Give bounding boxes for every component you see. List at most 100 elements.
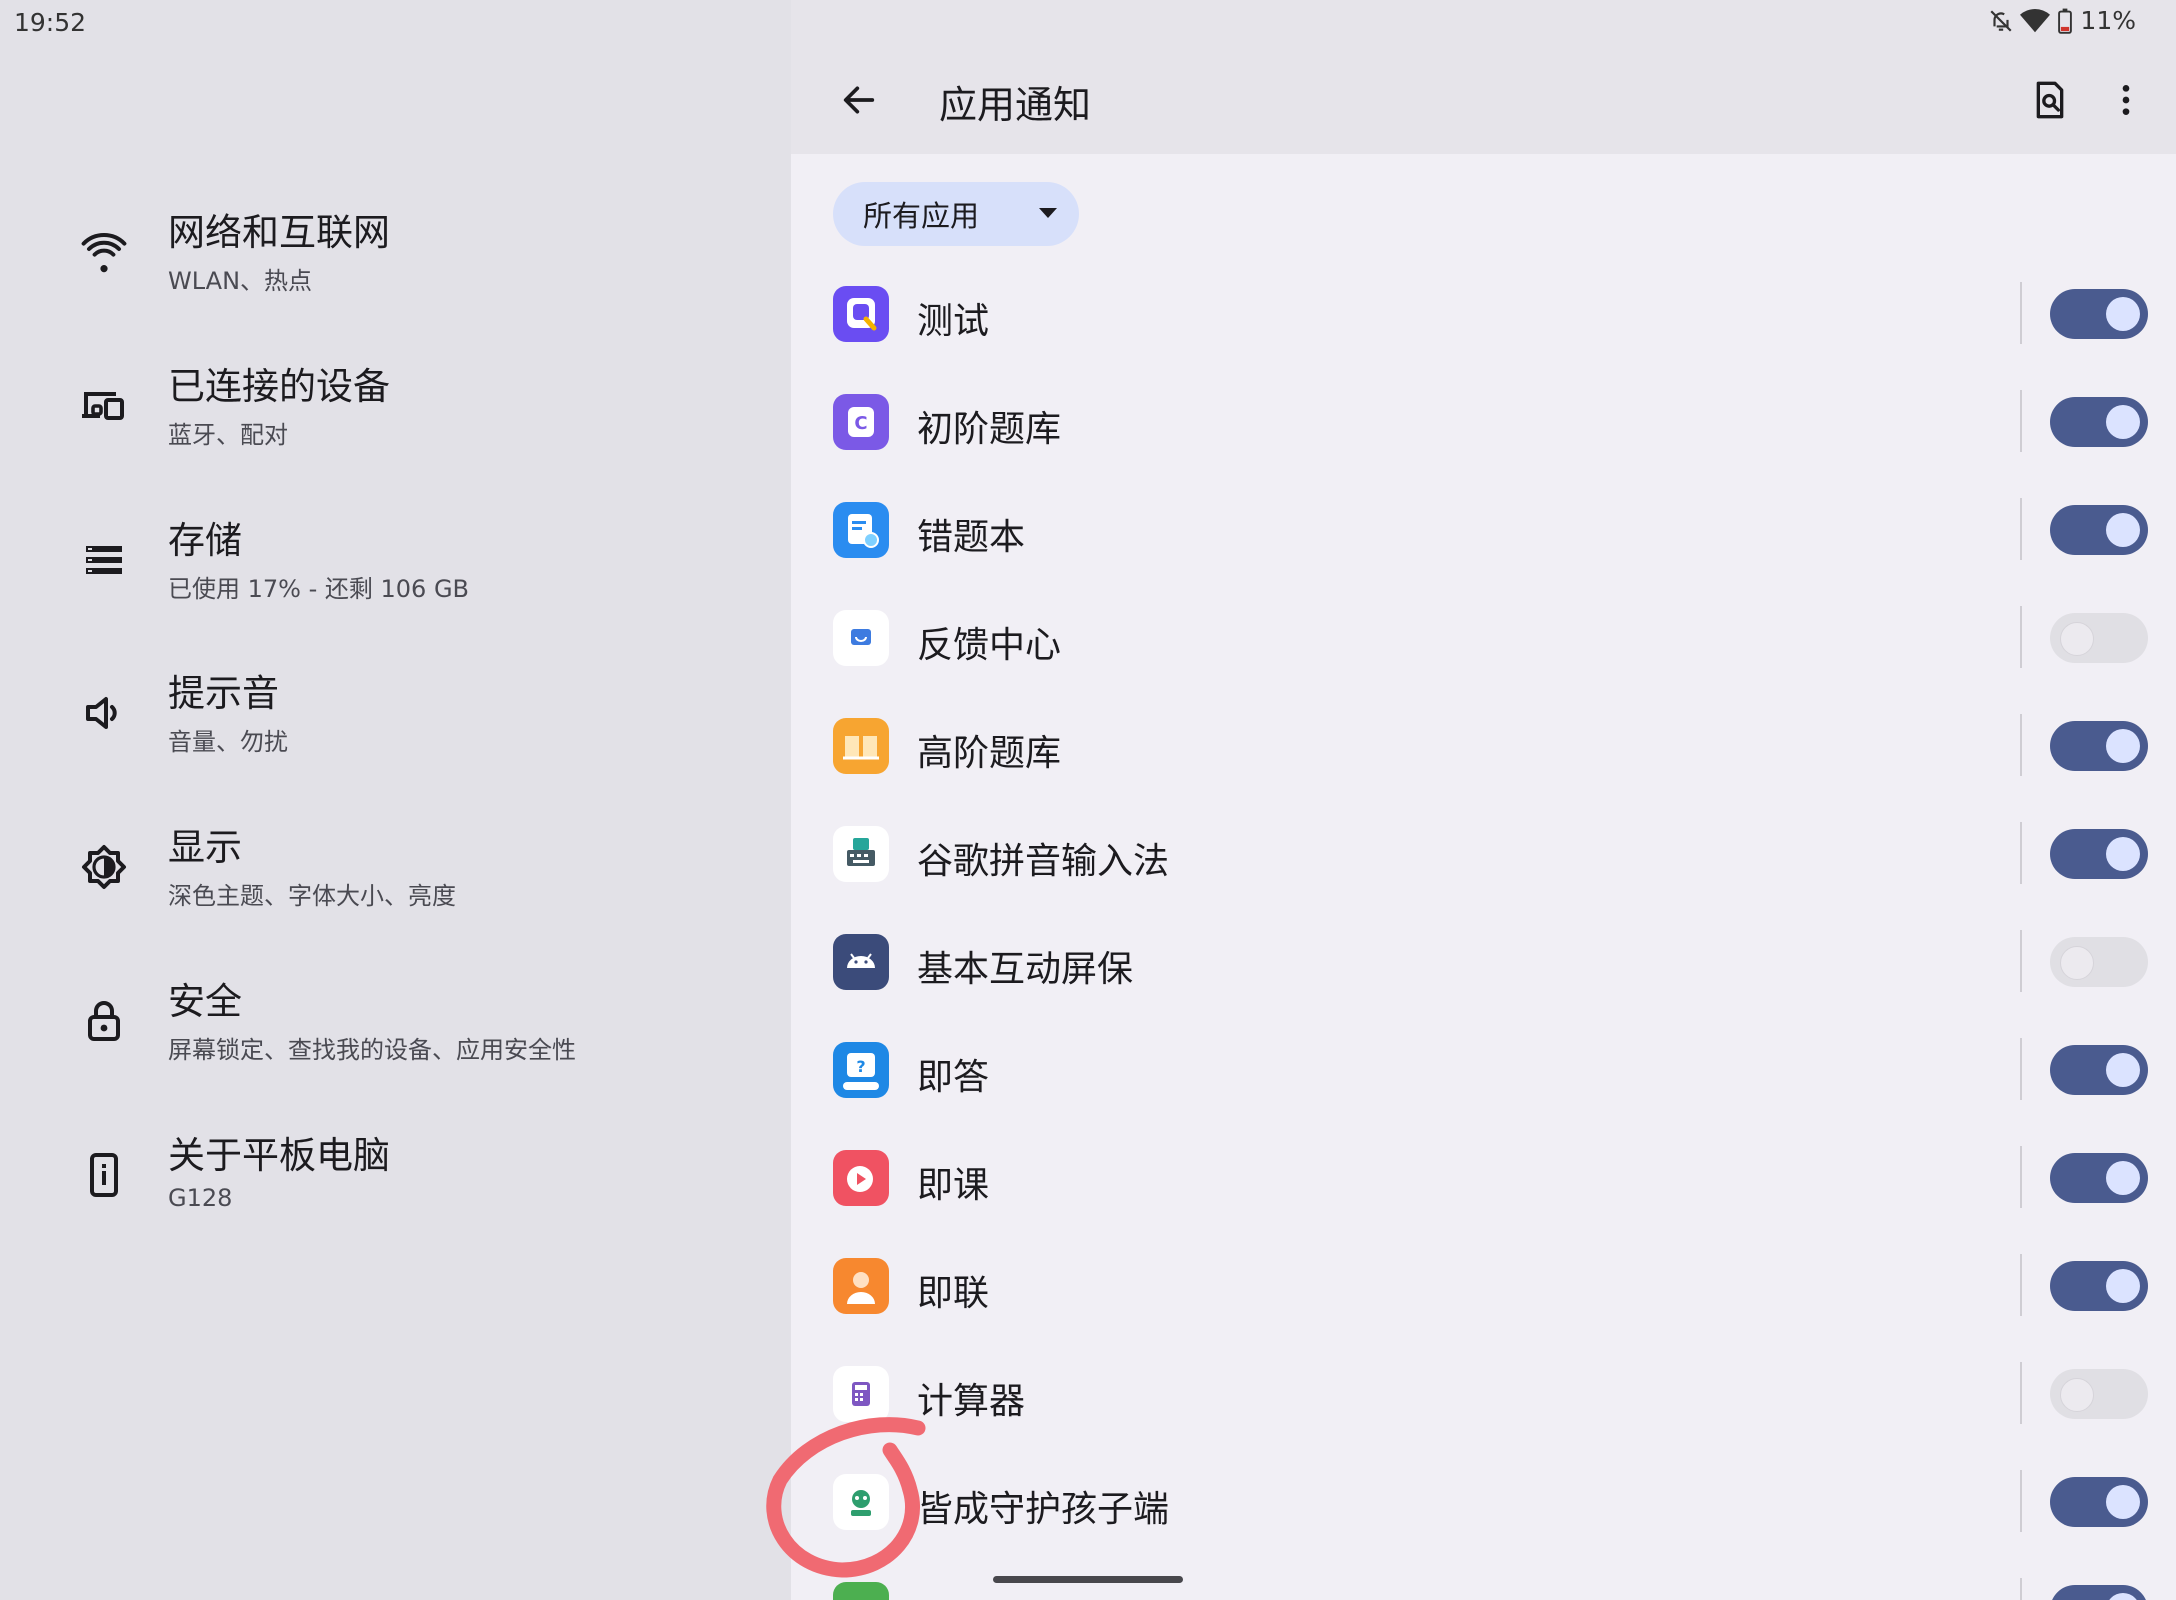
app-row-screensaver[interactable]: 基本互动屏保 xyxy=(791,908,2176,1016)
divider xyxy=(2020,498,2022,560)
app-row-advanced-bank[interactable]: 高阶题库 xyxy=(791,692,2176,800)
nav-item-about[interactable]: 关于平板电脑 G128 xyxy=(0,1100,791,1250)
arrow-back-icon xyxy=(843,86,875,114)
app-guardian-child-icon xyxy=(833,1474,889,1530)
devices-icon xyxy=(82,392,124,420)
app-advanced-bank-icon xyxy=(833,718,889,774)
app-row-jida[interactable]: ? 即答 xyxy=(791,1016,2176,1124)
notification-toggle[interactable] xyxy=(2050,1261,2148,1311)
app-row-pinyin-ime[interactable]: 谷歌拼音输入法 xyxy=(791,800,2176,908)
notification-toggle[interactable] xyxy=(2050,613,2148,663)
app-jida-icon: ? xyxy=(833,1042,889,1098)
notification-toggle[interactable] xyxy=(2050,1477,2148,1527)
divider xyxy=(2020,822,2022,884)
app-name: 测试 xyxy=(917,301,990,342)
nav-item-title: 安全 xyxy=(168,980,242,1023)
tablet-info-icon xyxy=(90,1153,118,1197)
notifications-off-icon xyxy=(1990,9,2012,32)
page-title: 应用通知 xyxy=(939,83,1092,127)
wifi-icon xyxy=(81,233,127,273)
app-name: 高阶题库 xyxy=(917,733,1062,774)
search-document-icon xyxy=(2036,81,2064,119)
nav-item-subtitle: G128 xyxy=(168,1184,233,1212)
notification-toggle[interactable] xyxy=(2050,1153,2148,1203)
brightness-icon xyxy=(82,845,126,889)
wifi-status-icon xyxy=(2020,8,2051,32)
divider xyxy=(2020,1146,2022,1208)
svg-text:?: ? xyxy=(856,1057,865,1076)
nav-item-connected-devices[interactable]: 已连接的设备 蓝牙、配对 xyxy=(0,331,791,481)
app-row-guardian-child[interactable]: 皆成守护孩子端 xyxy=(791,1448,2176,1556)
app-name: 即联 xyxy=(917,1273,990,1314)
settings-nav-pane: 19:52 网络和互联网 WLAN、热点 已连接的设备 蓝牙、配对 存储 已使用… xyxy=(0,0,791,1600)
more-options-button[interactable] xyxy=(2098,72,2154,128)
nav-item-subtitle: 音量、勿扰 xyxy=(168,728,288,756)
divider xyxy=(2020,606,2022,668)
app-row-test[interactable]: 测试 xyxy=(791,260,2176,368)
notification-toggle[interactable] xyxy=(2050,1045,2148,1095)
divider xyxy=(2020,1038,2022,1100)
app-name: 皆成守护孩子端 xyxy=(917,1489,1170,1530)
app-row-mistake-book[interactable]: 错题本 xyxy=(791,476,2176,584)
divider xyxy=(2020,282,2022,344)
divider xyxy=(2020,930,2022,992)
app-name: 错题本 xyxy=(917,517,1026,558)
nav-item-security[interactable]: 安全 屏幕锁定、查找我的设备、应用安全性 xyxy=(0,946,791,1096)
app-filter-dropdown[interactable]: 所有应用 xyxy=(833,182,1079,246)
app-name: 谷歌拼音输入法 xyxy=(917,841,1170,882)
nav-item-title: 提示音 xyxy=(168,672,279,715)
notification-toggle[interactable] xyxy=(2050,937,2148,987)
app-row-jike[interactable]: 即课 xyxy=(791,1124,2176,1232)
back-button[interactable] xyxy=(831,72,887,128)
search-settings-button[interactable] xyxy=(2022,72,2078,128)
nav-item-subtitle: WLAN、热点 xyxy=(168,267,313,295)
divider xyxy=(2020,1362,2022,1424)
app-row-beginner-bank[interactable]: C 初阶题库 xyxy=(791,368,2176,476)
app-name: 初阶题库 xyxy=(917,409,1062,450)
notification-toggle[interactable] xyxy=(2050,505,2148,555)
app-notifications-pane: 11% 应用通知 所有应用 测试 C 初阶题库 错题本 反馈中心 高阶题库 谷歌… xyxy=(791,0,2176,1600)
nav-item-storage[interactable]: 存储 已使用 17% - 还剩 106 GB xyxy=(0,485,791,635)
divider xyxy=(2020,1470,2022,1532)
app-row-jilian[interactable]: 即联 xyxy=(791,1232,2176,1340)
app-mistake-book-icon xyxy=(833,502,889,558)
app-row-feedback[interactable]: 反馈中心 xyxy=(791,584,2176,692)
nav-item-title: 显示 xyxy=(168,826,242,869)
battery-icon xyxy=(2058,8,2073,34)
top-app-bar: 11% 应用通知 xyxy=(791,0,2176,154)
divider xyxy=(2020,714,2022,776)
status-icons: 11% xyxy=(1988,6,2136,35)
notification-toggle[interactable] xyxy=(2050,721,2148,771)
nav-item-display[interactable]: 显示 深色主题、字体大小、亮度 xyxy=(0,792,791,942)
divider xyxy=(2020,390,2022,452)
app-screensaver-icon xyxy=(833,934,889,990)
app-beginner-bank-icon: C xyxy=(833,394,889,450)
nav-item-title: 存储 xyxy=(168,519,242,562)
notification-toggle[interactable] xyxy=(2050,1369,2148,1419)
svg-text:C: C xyxy=(854,413,867,434)
nav-item-title: 网络和互联网 xyxy=(168,211,390,254)
app-name: 反馈中心 xyxy=(917,625,1062,666)
divider xyxy=(2020,1578,2022,1600)
app-name: 即答 xyxy=(917,1057,990,1098)
nav-item-network[interactable]: 网络和互联网 WLAN、热点 xyxy=(0,177,791,327)
divider xyxy=(2020,1254,2022,1316)
nav-item-subtitle: 深色主题、字体大小、亮度 xyxy=(168,882,456,910)
notification-toggle[interactable] xyxy=(2050,829,2148,879)
app-calculator-icon xyxy=(833,1366,889,1422)
app-jilian-icon xyxy=(833,1258,889,1314)
nav-item-title: 已连接的设备 xyxy=(168,365,390,408)
app-row-calculator[interactable]: 计算器 xyxy=(791,1340,2176,1448)
app-name: 即课 xyxy=(917,1165,990,1206)
notification-toggle[interactable] xyxy=(2050,289,2148,339)
storage-icon xyxy=(86,546,122,574)
dropdown-arrow-icon xyxy=(1039,208,1057,218)
notification-toggle[interactable] xyxy=(2050,1585,2148,1600)
notification-toggle[interactable] xyxy=(2050,397,2148,447)
nav-item-sound[interactable]: 提示音 音量、勿扰 xyxy=(0,638,791,788)
app-pinyin-ime-icon xyxy=(833,826,889,882)
volume-icon xyxy=(86,697,117,729)
gesture-navigation-bar[interactable] xyxy=(993,1576,1183,1583)
app-feedback-icon xyxy=(833,610,889,666)
app-partial-icon xyxy=(833,1582,889,1600)
